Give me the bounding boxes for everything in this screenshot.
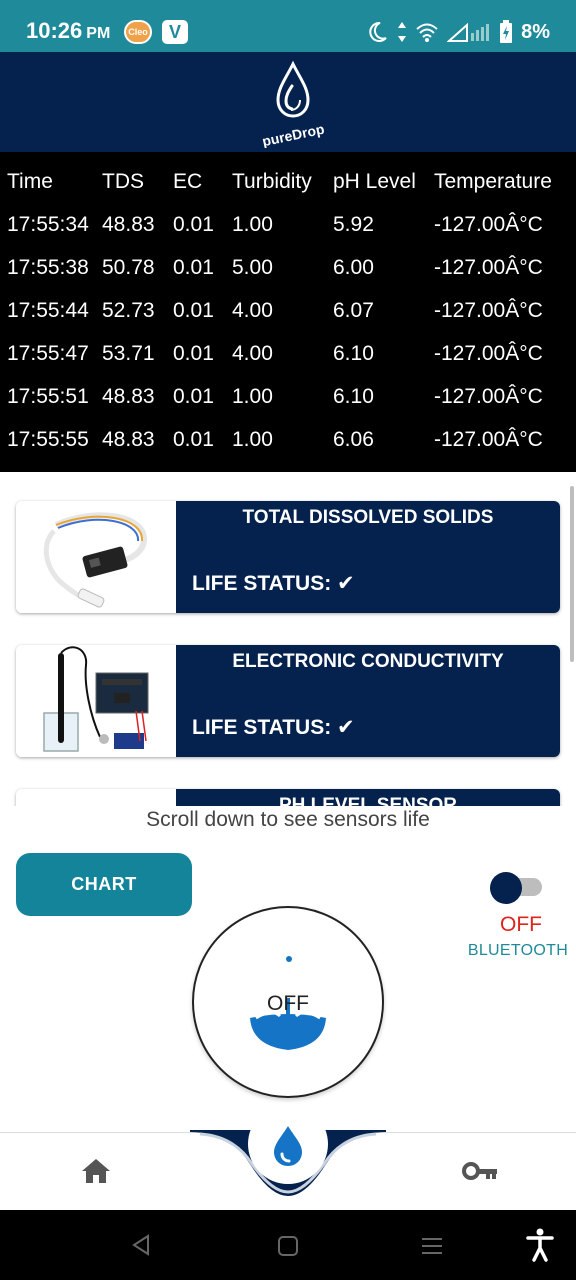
sensor-title: TOTAL DISSOLVED SOLIDS <box>242 507 494 528</box>
col-header-tds: TDS <box>102 169 144 193</box>
accessibility-icon[interactable] <box>526 1228 554 1262</box>
scrollbar[interactable] <box>570 486 574 662</box>
chart-button[interactable]: CHART <box>16 853 192 916</box>
cell-tds: 53.71 <box>102 341 155 365</box>
cell-ph: 5.92 <box>333 212 374 236</box>
scroll-hint: Scroll down to see sensors life <box>146 808 430 831</box>
ph-sensor-image <box>16 789 176 806</box>
recents-icon[interactable] <box>422 1236 442 1256</box>
table-row: 17:55:44 52.73 0.01 4.00 6.07 -127.00Â°C <box>0 289 576 332</box>
cell-ec: 0.01 <box>173 212 214 236</box>
sensor-life-status: LIFE STATUS: ✔ <box>192 572 355 595</box>
cell-ph: 6.10 <box>333 384 374 408</box>
ec-sensor-image <box>16 645 176 757</box>
cell-time: 17:55:47 <box>7 341 89 365</box>
wifi-icon <box>416 23 438 42</box>
home-square-icon[interactable] <box>277 1235 299 1257</box>
signal-icon <box>447 22 490 42</box>
home-icon[interactable] <box>80 1157 112 1185</box>
cell-turbidity: 1.00 <box>232 384 273 408</box>
table-row: 17:55:38 50.78 0.01 5.00 6.00 -127.00Â°C <box>0 246 576 289</box>
cell-turbidity: 1.00 <box>232 212 273 236</box>
cleo-app-icon: Cleo <box>124 20 152 44</box>
cell-ph: 6.07 <box>333 298 374 322</box>
cell-time: 17:55:51 <box>7 384 89 408</box>
status-bar: 10:26 PM Cleo V 8% <box>0 0 576 52</box>
toggle-knob <box>490 872 522 904</box>
cell-time: 17:55:44 <box>7 298 89 322</box>
bluetooth-state: OFF <box>500 913 542 936</box>
cell-turbidity: 5.00 <box>232 255 273 279</box>
app-header: pureDrop <box>0 52 576 152</box>
puredrop-logo: pureDrop <box>261 60 326 148</box>
cell-tds: 52.73 <box>102 298 155 322</box>
sensor-title: PH LEVEL SENSOR <box>278 795 458 806</box>
cell-temperature: -127.00Â°C <box>434 212 543 236</box>
cell-ph: 6.10 <box>333 341 374 365</box>
sensor-list[interactable]: TOTAL DISSOLVED SOLIDS LIFE STATUS: ✔ EL… <box>0 472 576 806</box>
cell-tds: 48.83 <box>102 384 155 408</box>
cell-time: 17:55:34 <box>7 212 89 236</box>
sensor-card-ph[interactable]: PH LEVEL SENSOR <box>16 789 560 806</box>
table-row: 17:55:51 48.83 0.01 1.00 6.10 -127.00Â°C <box>0 375 576 418</box>
tds-card-panel: TOTAL DISSOLVED SOLIDS LIFE STATUS: ✔ <box>176 501 560 613</box>
readings-table: Time TDS EC Turbidity pH Level Temperatu… <box>0 152 576 472</box>
cell-ec: 0.01 <box>173 341 214 365</box>
cell-tds: 48.83 <box>102 427 155 451</box>
cell-ph: 6.06 <box>333 427 374 451</box>
ec-card-panel: ELECTRONIC CONDUCTIVITY LIFE STATUS: ✔ <box>176 645 560 757</box>
key-icon[interactable] <box>462 1159 498 1183</box>
cell-tds: 50.78 <box>102 255 155 279</box>
nav-center-button[interactable] <box>248 1104 328 1184</box>
cell-temperature: -127.00Â°C <box>434 341 543 365</box>
table-header-row: Time TDS EC Turbidity pH Level Temperatu… <box>0 160 576 203</box>
cell-ec: 0.01 <box>173 255 214 279</box>
cell-turbidity: 4.00 <box>232 341 273 365</box>
v-app-icon: V <box>162 20 188 44</box>
cell-ec: 0.01 <box>173 427 214 451</box>
col-header-turbidity: Turbidity <box>232 169 312 193</box>
battery-charging-icon <box>500 20 513 43</box>
status-icons: 8% <box>365 18 550 46</box>
cell-temperature: -127.00Â°C <box>434 255 543 279</box>
water-drop-icon <box>274 1126 302 1166</box>
cell-time: 17:55:55 <box>7 427 89 451</box>
cell-turbidity: 4.00 <box>232 298 273 322</box>
cell-time: 17:55:38 <box>7 255 89 279</box>
cell-turbidity: 1.00 <box>232 427 273 451</box>
system-nav-bar <box>0 1210 576 1280</box>
sensor-title: ELECTRONIC CONDUCTIVITY <box>232 651 504 672</box>
cell-ec: 0.01 <box>173 298 214 322</box>
cell-temperature: -127.00Â°C <box>434 427 543 451</box>
sensor-card-tds[interactable]: TOTAL DISSOLVED SOLIDS LIFE STATUS: ✔ <box>16 501 560 613</box>
moon-icon <box>369 21 387 42</box>
power-state-label: OFF <box>267 992 309 1015</box>
battery-percent: 8% <box>521 20 550 43</box>
col-header-ec: EC <box>173 169 203 193</box>
col-header-temperature: Temperature <box>434 169 552 193</box>
drop-dot-icon <box>286 956 292 962</box>
data-arrows-icon <box>398 22 407 42</box>
cell-temperature: -127.00Â°C <box>434 384 543 408</box>
svg-text:pureDrop: pureDrop <box>261 121 326 148</box>
cell-ph: 6.00 <box>333 255 374 279</box>
ph-card-panel: PH LEVEL SENSOR <box>176 789 560 806</box>
cell-tds: 48.83 <box>102 212 155 236</box>
table-row: 17:55:55 48.83 0.01 1.00 6.06 -127.00Â°C <box>0 418 576 461</box>
tds-sensor-image <box>16 501 176 613</box>
table-row: 17:55:34 48.83 0.01 1.00 5.92 -127.00Â°C <box>0 203 576 246</box>
bluetooth-toggle[interactable] <box>490 872 544 904</box>
col-header-time: Time <box>7 169 53 193</box>
back-icon[interactable] <box>130 1234 152 1256</box>
power-button[interactable]: OFF <box>192 906 384 1098</box>
col-header-ph: pH Level <box>333 169 416 193</box>
cell-temperature: -127.00Â°C <box>434 298 543 322</box>
sensor-card-ec[interactable]: ELECTRONIC CONDUCTIVITY LIFE STATUS: ✔ <box>16 645 560 757</box>
status-time: 10:26 PM <box>26 18 111 43</box>
sensor-life-status: LIFE STATUS: ✔ <box>192 716 355 739</box>
cell-ec: 0.01 <box>173 384 214 408</box>
bluetooth-label: BLUETOOTH <box>467 942 569 959</box>
table-row: 17:55:47 53.71 0.01 4.00 6.10 -127.00Â°C <box>0 332 576 375</box>
